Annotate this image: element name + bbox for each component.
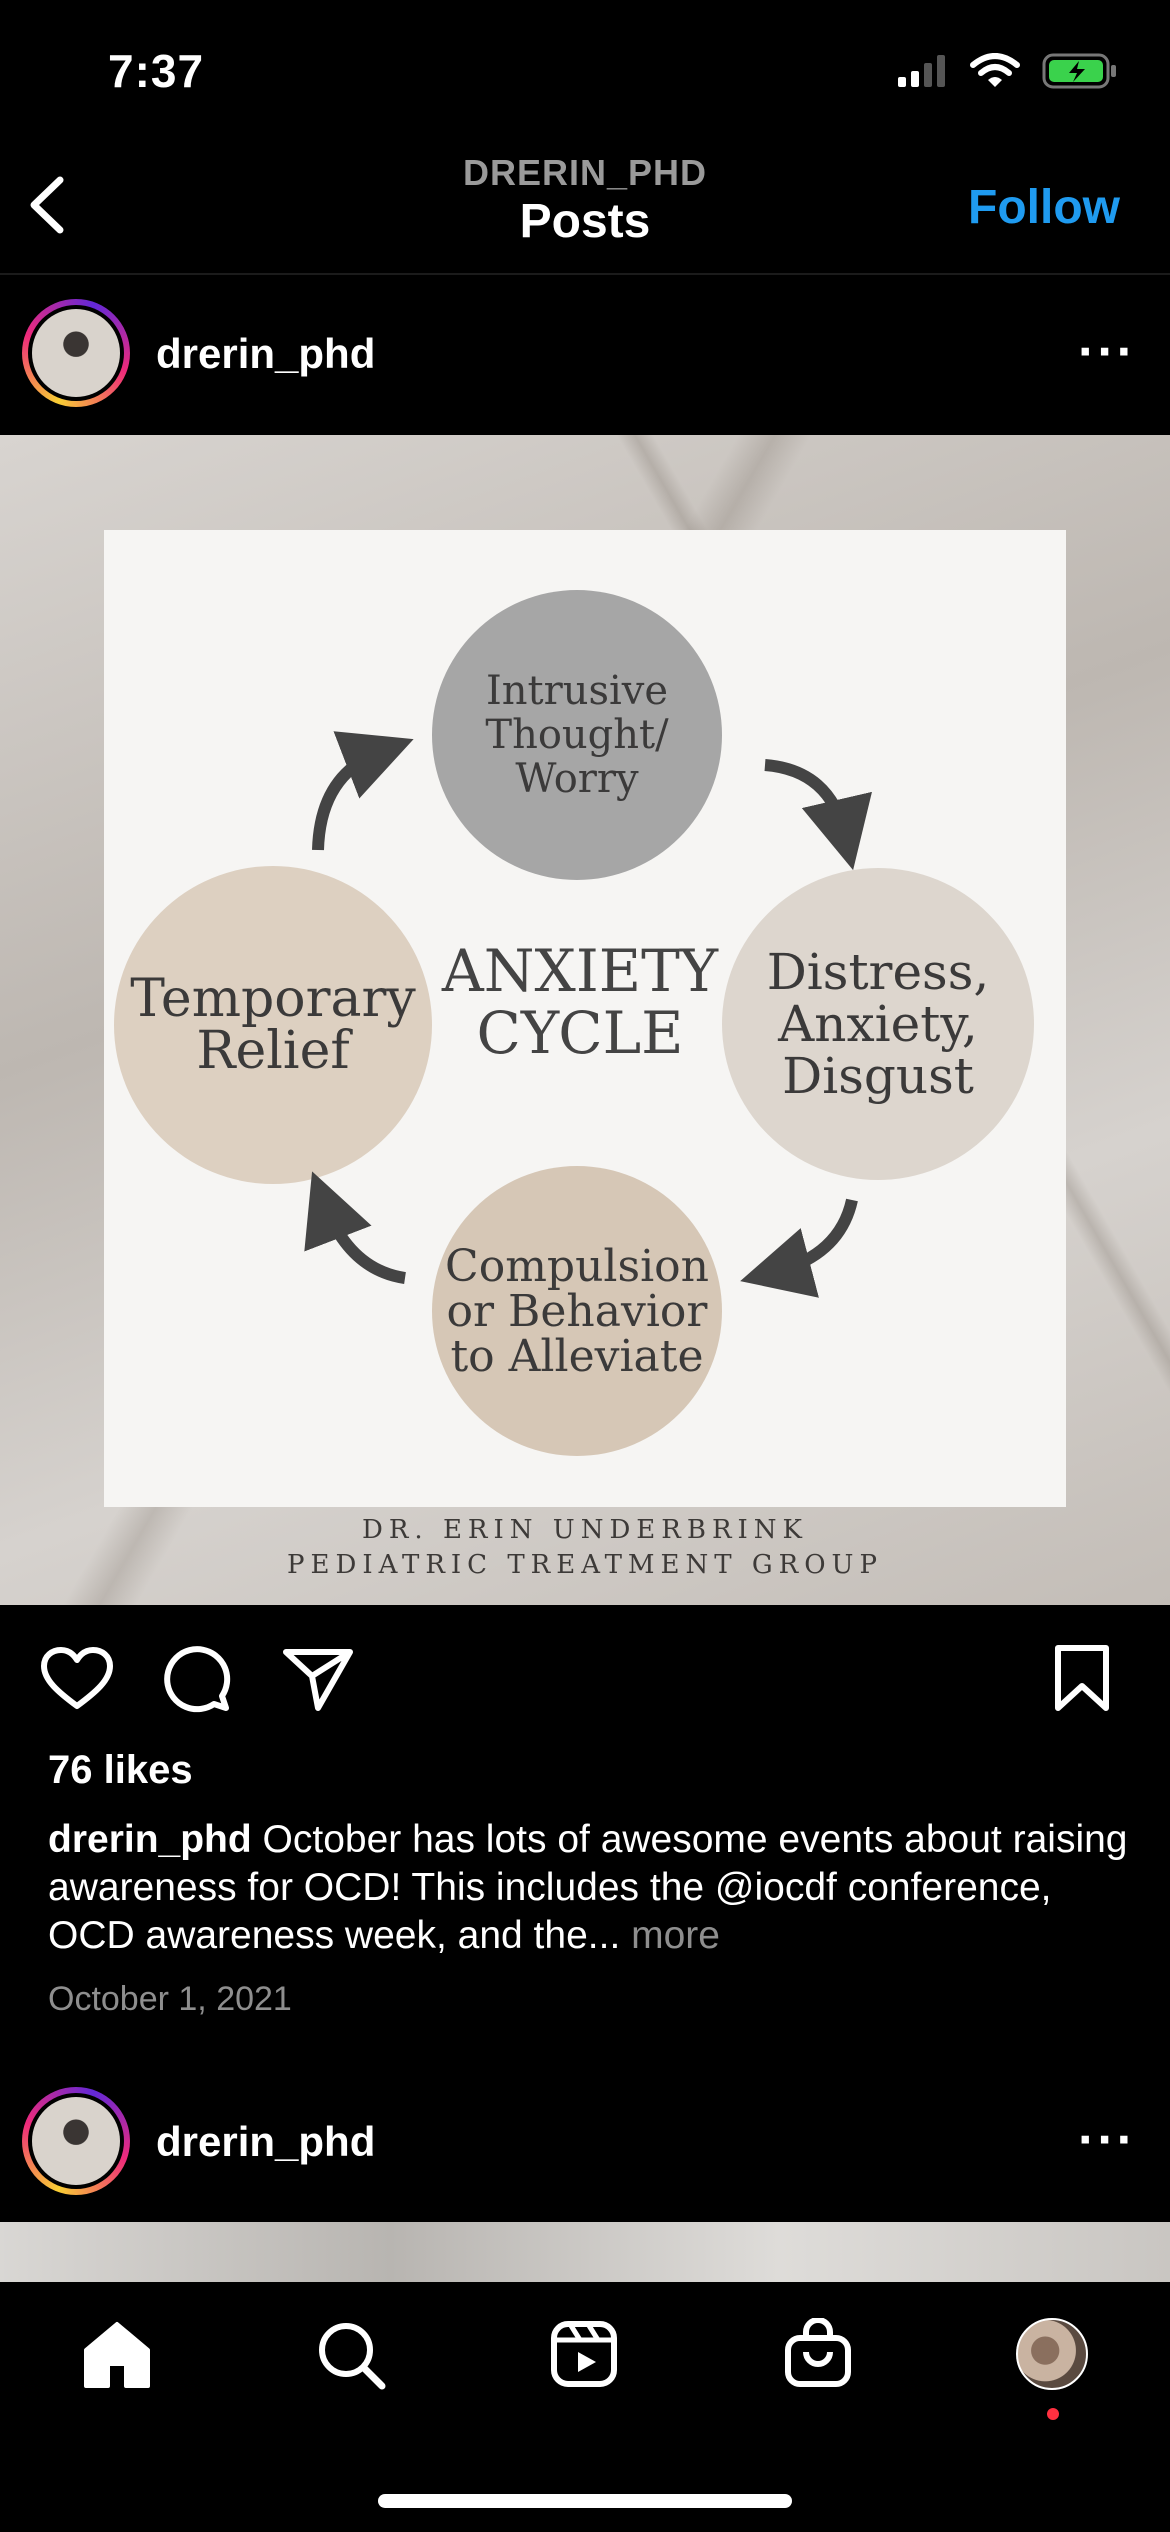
bookmark-icon[interactable] bbox=[1052, 1644, 1112, 1714]
heart-icon[interactable] bbox=[40, 1646, 114, 1710]
profile-avatar[interactable] bbox=[1016, 2318, 1088, 2390]
avatar-photo bbox=[32, 2097, 120, 2185]
share-paper-plane-icon[interactable] bbox=[282, 1646, 354, 1712]
home-indicator bbox=[378, 2494, 792, 2508]
arrow-top-right bbox=[764, 759, 872, 871]
likes-count[interactable]: 76 likes bbox=[48, 1748, 193, 1793]
more-options-icon[interactable]: ··· bbox=[1078, 2110, 1136, 2170]
next-post-avatar[interactable] bbox=[22, 2087, 130, 2195]
notification-dot bbox=[1047, 2408, 1059, 2420]
arrow-bottom-right bbox=[740, 1198, 858, 1298]
post-date: October 1, 2021 bbox=[48, 1980, 292, 2018]
post-caption: drerin_phd October has lots of awesome e… bbox=[48, 1816, 1128, 1960]
arrow-bottom-left bbox=[304, 1171, 407, 1284]
next-post-username[interactable]: drerin_phd bbox=[156, 2118, 375, 2166]
reels-icon[interactable] bbox=[550, 2320, 618, 2388]
home-icon[interactable] bbox=[82, 2320, 152, 2388]
caption-username[interactable]: drerin_phd bbox=[48, 1818, 252, 1861]
comment-icon[interactable] bbox=[162, 1644, 232, 1714]
arrow-top-left bbox=[312, 731, 414, 851]
credit-line-2: PEDIATRIC TREATMENT GROUP bbox=[287, 1550, 883, 1580]
cycle-arrows bbox=[304, 731, 872, 1298]
caption-more-link[interactable]: more bbox=[620, 1914, 720, 1957]
next-post-image[interactable] bbox=[0, 2222, 1170, 2282]
search-icon[interactable] bbox=[316, 2320, 386, 2390]
credit-line-1: DR. ERIN UNDERBRINK bbox=[362, 1515, 808, 1545]
shop-bag-icon[interactable] bbox=[784, 2318, 852, 2388]
